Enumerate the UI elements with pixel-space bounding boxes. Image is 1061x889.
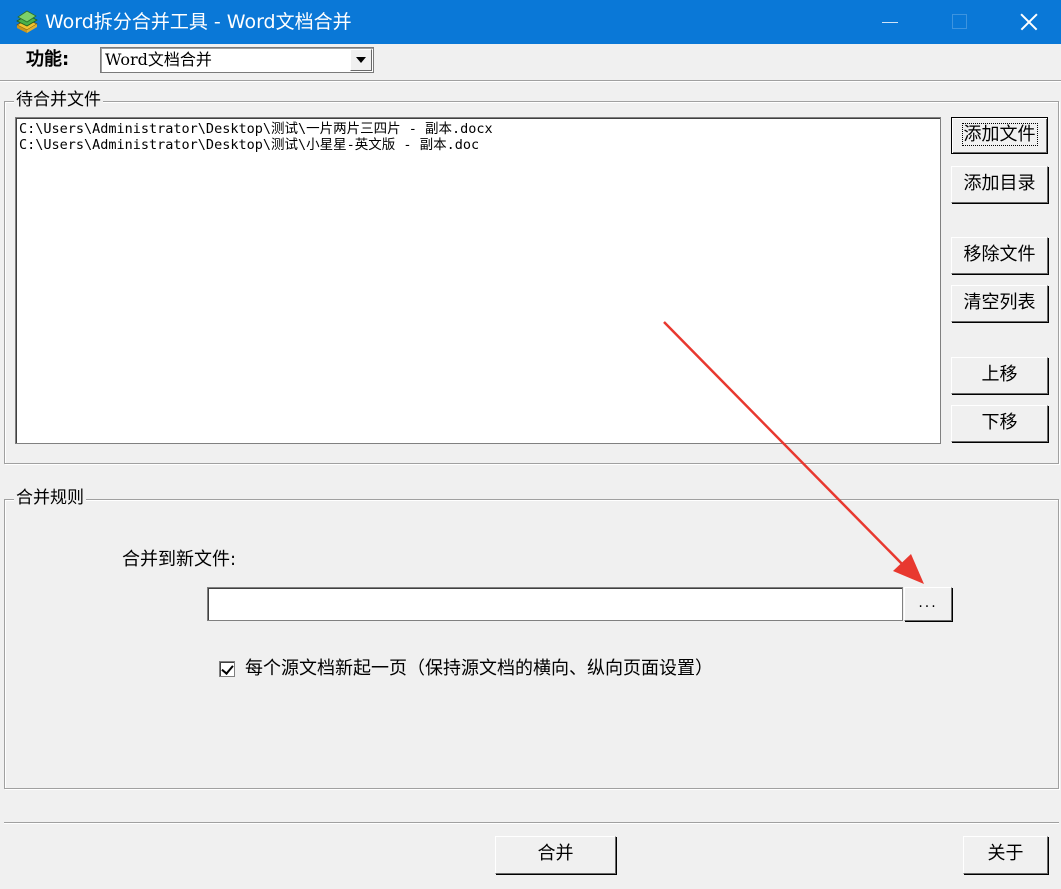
new-page-label[interactable]: 每个源文档新起一页（保持源文档的横向、纵向页面设置） <box>245 657 713 681</box>
title-bar: Word拆分合并工具 - Word文档合并 <box>0 0 1061 44</box>
list-item[interactable]: C:\Users\Administrator\Desktop\测试\一片两片三四… <box>19 121 940 137</box>
remove-file-button[interactable]: 移除文件 <box>951 237 1048 274</box>
list-item[interactable]: C:\Users\Administrator\Desktop\测试\小星星-英文… <box>19 137 940 153</box>
add-directory-button[interactable]: 添加目录 <box>951 166 1048 203</box>
merge-rules-legend: 合并规则 <box>14 488 86 508</box>
add-file-label: 添加文件 <box>961 123 1038 146</box>
minimize-button[interactable] <box>866 0 912 44</box>
maximize-button[interactable] <box>936 0 982 44</box>
pending-files-legend: 待合并文件 <box>14 90 103 110</box>
function-label: 功能: <box>26 49 70 70</box>
chevron-down-icon[interactable] <box>350 49 372 71</box>
move-down-button[interactable]: 下移 <box>951 405 1048 442</box>
merge-button[interactable]: 合并 <box>495 836 616 874</box>
toolbar-separator <box>0 80 1061 82</box>
output-file-input[interactable] <box>207 587 903 621</box>
browse-button[interactable]: ... <box>904 587 952 621</box>
new-page-checkbox[interactable] <box>219 661 235 677</box>
footer-separator <box>4 822 1059 824</box>
merge-rules-group <box>4 499 1059 789</box>
function-select-value: Word文档合并 <box>105 50 212 69</box>
file-list[interactable]: C:\Users\Administrator\Desktop\测试\一片两片三四… <box>15 117 941 444</box>
add-file-button[interactable]: 添加文件 <box>951 117 1048 154</box>
close-button[interactable] <box>1006 0 1052 44</box>
clear-list-button[interactable]: 清空列表 <box>951 285 1048 322</box>
function-select[interactable]: Word文档合并 <box>100 47 374 73</box>
about-button[interactable]: 关于 <box>963 836 1048 874</box>
output-file-label: 合并到新文件: <box>122 549 237 570</box>
move-up-button[interactable]: 上移 <box>951 357 1048 394</box>
book-stack-icon <box>16 10 38 33</box>
window-title: Word拆分合并工具 - Word文档合并 <box>45 11 352 33</box>
